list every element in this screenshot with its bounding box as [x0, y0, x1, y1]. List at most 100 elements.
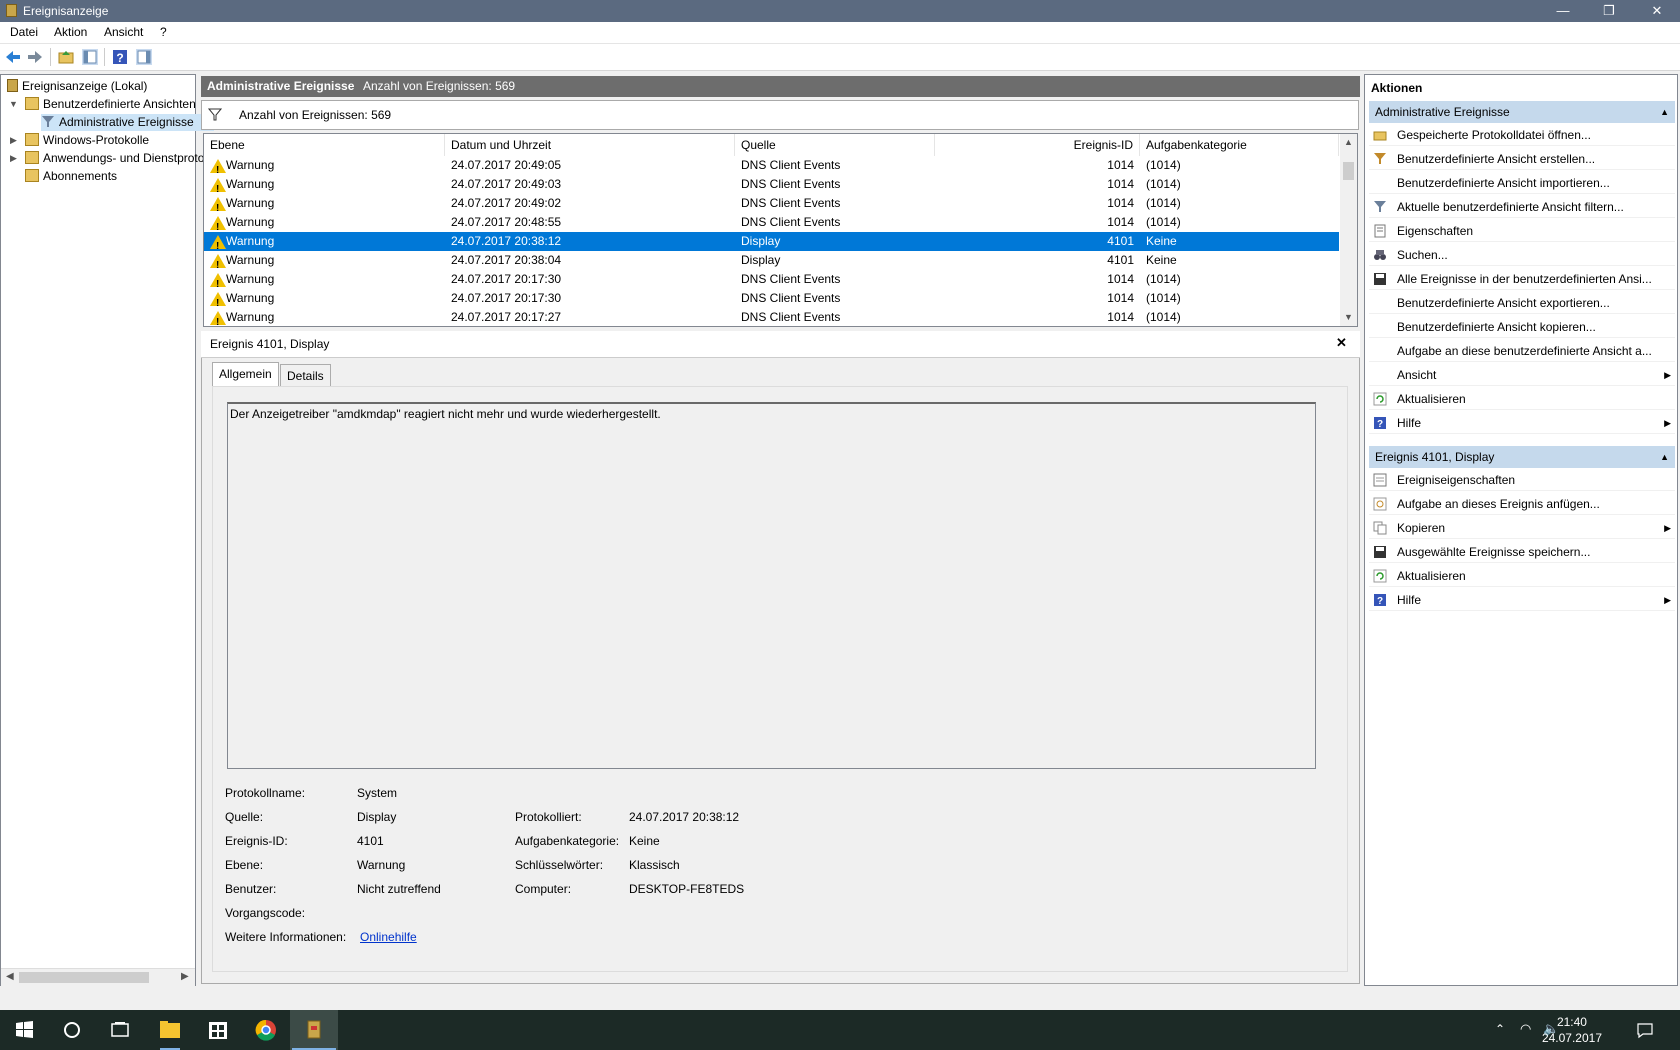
action-item[interactable]: Benutzerdefinierte Ansicht exportieren..… [1369, 292, 1675, 314]
restore-button[interactable]: ❐ [1586, 0, 1632, 22]
action-item[interactable]: Ansicht ▶ [1369, 364, 1675, 386]
cell-date: 24.07.2017 20:38:04 [451, 253, 562, 267]
event-row[interactable]: Warnung 24.07.2017 20:17:30 DNS Client Eve… [204, 270, 1339, 294]
column-header-level[interactable]: Ebene [204, 134, 445, 156]
grid-vertical-scrollbar[interactable]: ▲ ▼ [1340, 134, 1357, 326]
forward-arrow-icon[interactable] [26, 48, 44, 66]
filter-count-text: Anzahl von Ereignissen: 569 [239, 108, 392, 122]
event-row[interactable]: Warnung 24.07.2017 20:38:12 Display 4101 Kei… [204, 232, 1339, 256]
actions-section-event[interactable]: Ereignis 4101, Display ▲ [1369, 446, 1675, 468]
level-value: Warnung [357, 858, 406, 872]
action-item[interactable]: Aktualisieren [1369, 565, 1675, 587]
action-item[interactable]: Aktuelle benutzerdefinierte Ansicht filt… [1369, 196, 1675, 218]
windows-start-icon[interactable] [0, 1010, 48, 1050]
action-label: Gespeicherte Protokolldatei öffnen... [1397, 128, 1591, 142]
action-item[interactable]: ? Hilfe ▶ [1369, 589, 1675, 611]
tree-item-app-logs[interactable]: Anwendungs- und Dienstprotokolle [25, 150, 229, 167]
scroll-left-icon[interactable]: ◀ [6, 971, 14, 982]
close-button[interactable]: ✕ [1634, 0, 1680, 22]
cell-event-id: 4101 [1107, 234, 1134, 248]
collapse-section-icon[interactable]: ▲ [1660, 446, 1669, 468]
cell-task-category: (1014) [1146, 272, 1181, 286]
scrollbar-thumb[interactable] [1343, 162, 1354, 180]
scroll-down-icon[interactable]: ▼ [1344, 312, 1353, 322]
event-row[interactable]: Warnung 24.07.2017 20:48:55 DNS Client Eve… [204, 213, 1339, 237]
action-item[interactable]: Eigenschaften [1369, 220, 1675, 242]
action-item[interactable]: Aufgabe an diese benutzerdefinierte Ansi… [1369, 340, 1675, 362]
network-icon[interactable]: ◠ [1520, 1021, 1531, 1037]
chrome-icon[interactable] [242, 1010, 290, 1050]
action-item[interactable]: Aufgabe an dieses Ereignis anfügen... [1369, 493, 1675, 515]
tree-item-windows-logs[interactable]: Windows-Protokolle [25, 132, 149, 149]
actions-section-admin-events[interactable]: Administrative Ereignisse ▲ [1369, 101, 1675, 123]
log-name-label: Protokollname: [225, 786, 306, 800]
action-pane-icon[interactable] [135, 48, 153, 66]
event-row[interactable]: Warnung 24.07.2017 20:17:30 DNS Client Eve… [204, 289, 1339, 313]
event-row[interactable]: Warnung 24.07.2017 20:17:27 DNS Client Eve… [204, 308, 1339, 326]
expand-chevron-icon[interactable]: ▶ [10, 135, 17, 146]
menu-help[interactable]: ? [160, 25, 167, 39]
close-detail-icon[interactable]: ✕ [1336, 335, 1347, 351]
cell-date: 24.07.2017 20:49:05 [451, 158, 562, 172]
warning-icon [210, 178, 226, 199]
task-view-icon[interactable] [96, 1010, 144, 1050]
tree-item-custom-views[interactable]: Benutzerdefinierte Ansichten [25, 96, 196, 113]
tab-details[interactable]: Details [280, 364, 331, 387]
action-item[interactable]: Benutzerdefinierte Ansicht erstellen... [1369, 148, 1675, 170]
tree-item-subscriptions[interactable]: Abonnements [25, 168, 117, 185]
folder-up-icon[interactable] [57, 48, 75, 66]
action-label: Benutzerdefinierte Ansicht kopieren... [1397, 320, 1596, 334]
subscriptions-icon [25, 169, 39, 182]
collapse-section-icon[interactable]: ▲ [1660, 101, 1669, 123]
event-row[interactable]: Warnung 24.07.2017 20:49:03 DNS Client Eve… [204, 175, 1339, 199]
copy-icon [1373, 521, 1387, 535]
online-help-link[interactable]: Onlinehilfe [360, 930, 417, 944]
column-header-event-id[interactable]: Ereignis-ID [935, 134, 1140, 156]
event-row[interactable]: Warnung 24.07.2017 20:49:05 DNS Client Eve… [204, 156, 1339, 180]
action-item[interactable]: Kopieren ▶ [1369, 517, 1675, 539]
event-row[interactable]: Warnung 24.07.2017 20:49:02 DNS Client Eve… [204, 194, 1339, 218]
action-item[interactable]: Ausgewählte Ereignisse speichern... [1369, 541, 1675, 563]
scroll-up-icon[interactable]: ▲ [1344, 137, 1353, 147]
menu-bar: Datei Aktion Ansicht ? [0, 22, 1680, 44]
tab-general[interactable]: Allgemein [212, 362, 279, 387]
tree-item-root[interactable]: Ereignisanzeige (Lokal) [7, 78, 147, 95]
menu-view[interactable]: Ansicht [104, 25, 143, 39]
cortana-search-icon[interactable] [48, 1010, 96, 1050]
tree-item-admin-events[interactable]: Administrative Ereignisse [41, 114, 214, 131]
column-header-task-category[interactable]: Aufgabenkategorie [1140, 134, 1339, 156]
action-label: Benutzerdefinierte Ansicht erstellen... [1397, 152, 1596, 166]
action-label: Aktualisieren [1397, 569, 1466, 583]
action-item[interactable]: ? Hilfe ▶ [1369, 412, 1675, 434]
store-icon[interactable] [194, 1010, 242, 1050]
warning-icon [210, 235, 226, 256]
action-center-icon[interactable] [1635, 1020, 1655, 1040]
column-header-source[interactable]: Quelle [735, 134, 935, 156]
action-item[interactable]: Suchen... [1369, 244, 1675, 266]
action-item[interactable]: Ereigniseigenschaften [1369, 469, 1675, 491]
scrollbar-thumb[interactable] [19, 972, 149, 983]
event-message-box[interactable]: Der Anzeigetreiber "amdkmdap" reagiert n… [227, 402, 1316, 769]
event-viewer-taskbar-icon[interactable] [290, 1010, 338, 1050]
action-item[interactable]: Benutzerdefinierte Ansicht importieren..… [1369, 172, 1675, 194]
help-icon[interactable]: ? [111, 48, 129, 66]
menu-action[interactable]: Aktion [54, 25, 87, 39]
show-hidden-icons-icon[interactable]: ⌃ [1495, 1022, 1505, 1036]
back-arrow-icon[interactable] [4, 48, 22, 66]
refresh-icon [1373, 392, 1387, 406]
console-tree-icon[interactable] [81, 48, 99, 66]
action-item[interactable]: Aktualisieren [1369, 388, 1675, 410]
column-header-date[interactable]: Datum und Uhrzeit [445, 134, 735, 156]
action-item[interactable]: Gespeicherte Protokolldatei öffnen... [1369, 124, 1675, 146]
expand-chevron-icon[interactable]: ▶ [10, 153, 17, 164]
action-item[interactable]: Benutzerdefinierte Ansicht kopieren... [1369, 316, 1675, 338]
collapse-chevron-icon[interactable]: ▼ [9, 99, 18, 109]
minimize-button[interactable]: — [1540, 0, 1586, 22]
action-item[interactable]: Alle Ereignisse in der benutzerdefiniert… [1369, 268, 1675, 290]
taskbar-clock[interactable]: 21:40 24.07.2017 [1542, 1014, 1602, 1046]
tree-horizontal-scrollbar[interactable]: ◀ ▶ [1, 968, 195, 986]
file-explorer-icon[interactable] [146, 1010, 194, 1050]
scroll-right-icon[interactable]: ▶ [181, 971, 189, 982]
event-row[interactable]: Warnung 24.07.2017 20:38:04 Display 4101 Kei… [204, 251, 1339, 275]
menu-file[interactable]: Datei [10, 25, 38, 39]
